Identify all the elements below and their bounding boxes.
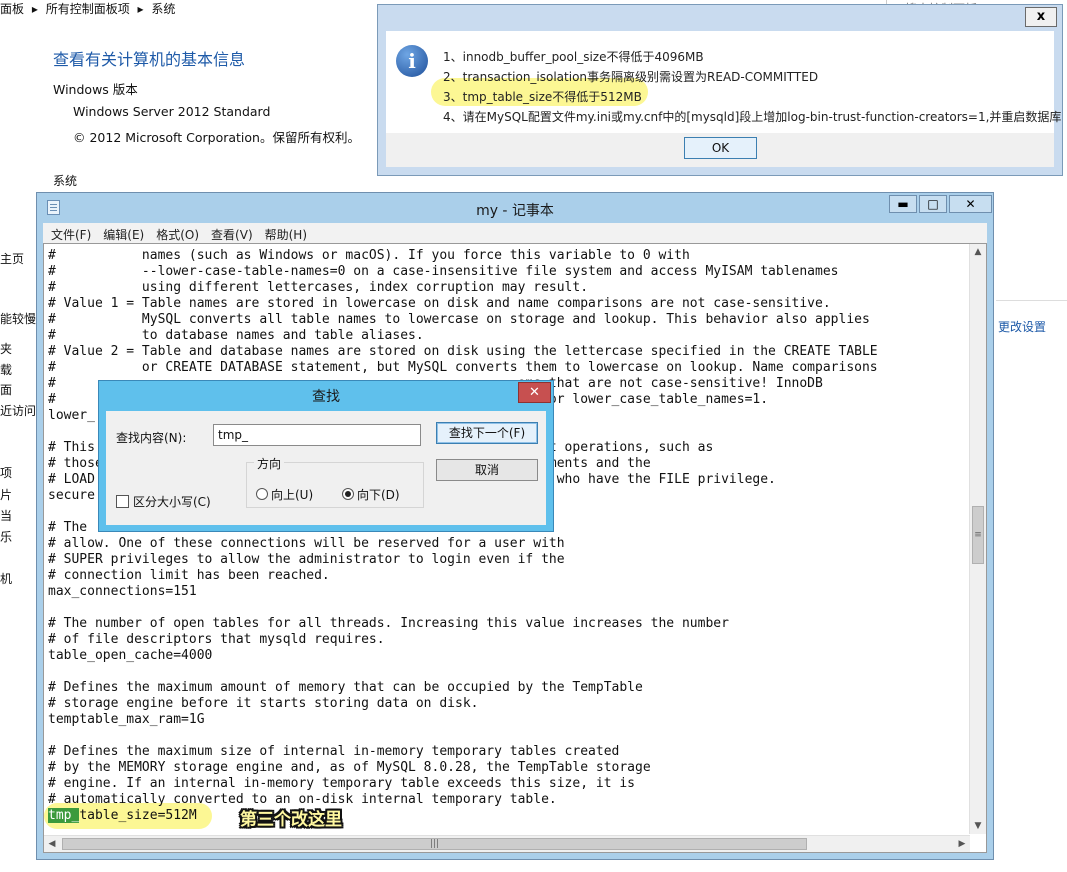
menu-bar: 文件(F) 编辑(E) 格式(O) 查看(V) 帮助(H) bbox=[43, 223, 987, 243]
message-line: 3、tmp_table_size不得低于512MB bbox=[443, 90, 642, 104]
scroll-right-icon[interactable]: ▶ bbox=[954, 836, 970, 852]
radio-selected-icon bbox=[342, 488, 354, 500]
menu-help[interactable]: 帮助(H) bbox=[257, 223, 311, 243]
menu-view[interactable]: 查看(V) bbox=[203, 223, 257, 243]
edition-text: Windows Server 2012 Standard bbox=[73, 104, 271, 119]
left-nav: 主页 能较慢 夹 载 面 近访问的 项 片 当 乐 机 bbox=[0, 212, 38, 592]
checkbox-icon bbox=[116, 495, 129, 508]
windows-version-label: Windows 版本 bbox=[53, 82, 138, 97]
ok-button[interactable]: OK bbox=[684, 137, 757, 159]
close-button[interactable]: ✕ bbox=[518, 382, 551, 403]
close-button[interactable]: ✕ bbox=[949, 195, 992, 213]
left-nav-item[interactable]: 载 bbox=[0, 361, 12, 378]
info-icon: i bbox=[396, 45, 428, 77]
annotation-caption: 第三个改这里 bbox=[240, 810, 342, 830]
scroll-down-icon[interactable]: ▼ bbox=[970, 818, 986, 834]
breadcrumb-item[interactable]: 系统 bbox=[151, 2, 175, 16]
breadcrumb[interactable]: 面板 ▸ 所有控制面板项 ▸ 系统 bbox=[0, 0, 179, 16]
dialog-body: 查找内容(N): tmp_ 查找下一个(F) 取消 方向 向上(U) 向下(D)… bbox=[106, 411, 546, 525]
page-title: 查看有关计算机的基本信息 bbox=[53, 50, 246, 69]
maximize-icon: □ bbox=[927, 197, 939, 211]
system-label: 系统 bbox=[53, 174, 78, 188]
match-case-label: 区分大小写(C) bbox=[133, 495, 211, 509]
direction-label: 方向 bbox=[254, 455, 285, 472]
left-nav-item[interactable]: 面 bbox=[0, 381, 12, 398]
vertical-scroll-thumb[interactable]: ≡ bbox=[972, 506, 984, 564]
menu-edit[interactable]: 编辑(E) bbox=[95, 223, 148, 243]
message-line: 1、innodb_buffer_pool_size不得低于4096MB bbox=[443, 50, 704, 64]
find-next-button[interactable]: 查找下一个(F) bbox=[436, 422, 538, 444]
message-footer: OK bbox=[386, 133, 1054, 167]
find-input[interactable]: tmp_ bbox=[213, 424, 421, 446]
breadcrumb-separator: ▸ bbox=[31, 2, 38, 16]
window-title: my - 记事本 bbox=[476, 203, 554, 219]
breadcrumb-item[interactable]: 所有控制面板项 bbox=[46, 2, 130, 16]
left-nav-item[interactable]: 主页 bbox=[0, 250, 24, 267]
message-body: i 1、innodb_buffer_pool_size不得低于4096MB 2、… bbox=[386, 31, 1061, 167]
minimize-button[interactable]: ▬ bbox=[889, 195, 917, 213]
minimize-icon: ▬ bbox=[897, 197, 909, 211]
breadcrumb-separator: ▸ bbox=[137, 2, 144, 16]
find-label: 查找内容(N): bbox=[116, 431, 187, 445]
text-editor[interactable]: # names (such as Windows or macOS). If y… bbox=[43, 243, 987, 853]
match-case-checkbox[interactable]: 区分大小写(C) bbox=[116, 493, 211, 510]
left-nav-item[interactable]: 乐 bbox=[0, 528, 12, 545]
left-nav-item[interactable]: 机 bbox=[0, 570, 12, 587]
direction-up-radio[interactable]: 向上(U) bbox=[256, 486, 313, 503]
left-nav-item[interactable]: 夹 bbox=[0, 340, 12, 357]
dialog-title: 查找 bbox=[312, 389, 340, 405]
cancel-button[interactable]: 取消 bbox=[436, 459, 538, 481]
breadcrumb-item[interactable]: 面板 bbox=[0, 2, 24, 16]
copyright-text: © 2012 Microsoft Corporation。保留所有权利。 bbox=[73, 130, 360, 145]
left-nav-item[interactable]: 当 bbox=[0, 507, 12, 524]
message-line: 4、请在MySQL配置文件my.ini或my.cnf中的[mysqld]段上增加… bbox=[443, 110, 1062, 124]
radio-icon bbox=[256, 488, 268, 500]
scroll-left-icon[interactable]: ◀ bbox=[44, 836, 60, 852]
divider bbox=[996, 300, 1067, 301]
close-button[interactable]: x bbox=[1025, 7, 1057, 27]
close-icon: ✕ bbox=[529, 385, 540, 400]
left-nav-item[interactable]: 能较慢 bbox=[0, 310, 36, 327]
horizontal-scrollbar[interactable]: ◀ ||| ▶ bbox=[44, 835, 970, 852]
left-nav-item[interactable]: 近访问的 bbox=[0, 402, 38, 419]
maximize-button[interactable]: □ bbox=[919, 195, 947, 213]
left-nav-item[interactable]: 片 bbox=[0, 486, 12, 503]
direction-up-label: 向上(U) bbox=[271, 488, 314, 502]
message-box: x i 1、innodb_buffer_pool_size不得低于4096MB … bbox=[377, 4, 1063, 176]
scroll-up-icon[interactable]: ▲ bbox=[970, 244, 986, 260]
message-line: 2、transaction_isolation事务隔离级别需设置为READ-CO… bbox=[443, 70, 819, 84]
find-dialog: 查找 ✕ 查找内容(N): tmp_ 查找下一个(F) 取消 方向 向上(U) … bbox=[98, 380, 554, 532]
horizontal-scroll-thumb[interactable]: ||| bbox=[62, 838, 807, 850]
close-icon: ✕ bbox=[965, 197, 976, 211]
vertical-scrollbar[interactable]: ▲ ≡ ▼ bbox=[969, 244, 986, 834]
left-nav-item[interactable]: 项 bbox=[0, 464, 12, 481]
direction-down-radio[interactable]: 向下(D) bbox=[342, 486, 400, 503]
editor-last-line: table_size=512M bbox=[79, 808, 197, 823]
selected-text: tmp_ bbox=[48, 808, 80, 823]
editor-content[interactable]: # names (such as Windows or macOS). If y… bbox=[48, 248, 968, 828]
menu-file[interactable]: 文件(F) bbox=[43, 223, 95, 243]
change-settings-link[interactable]: 更改设置 bbox=[998, 318, 1046, 335]
menu-format[interactable]: 格式(O) bbox=[148, 223, 203, 243]
direction-down-label: 向下(D) bbox=[357, 488, 400, 502]
